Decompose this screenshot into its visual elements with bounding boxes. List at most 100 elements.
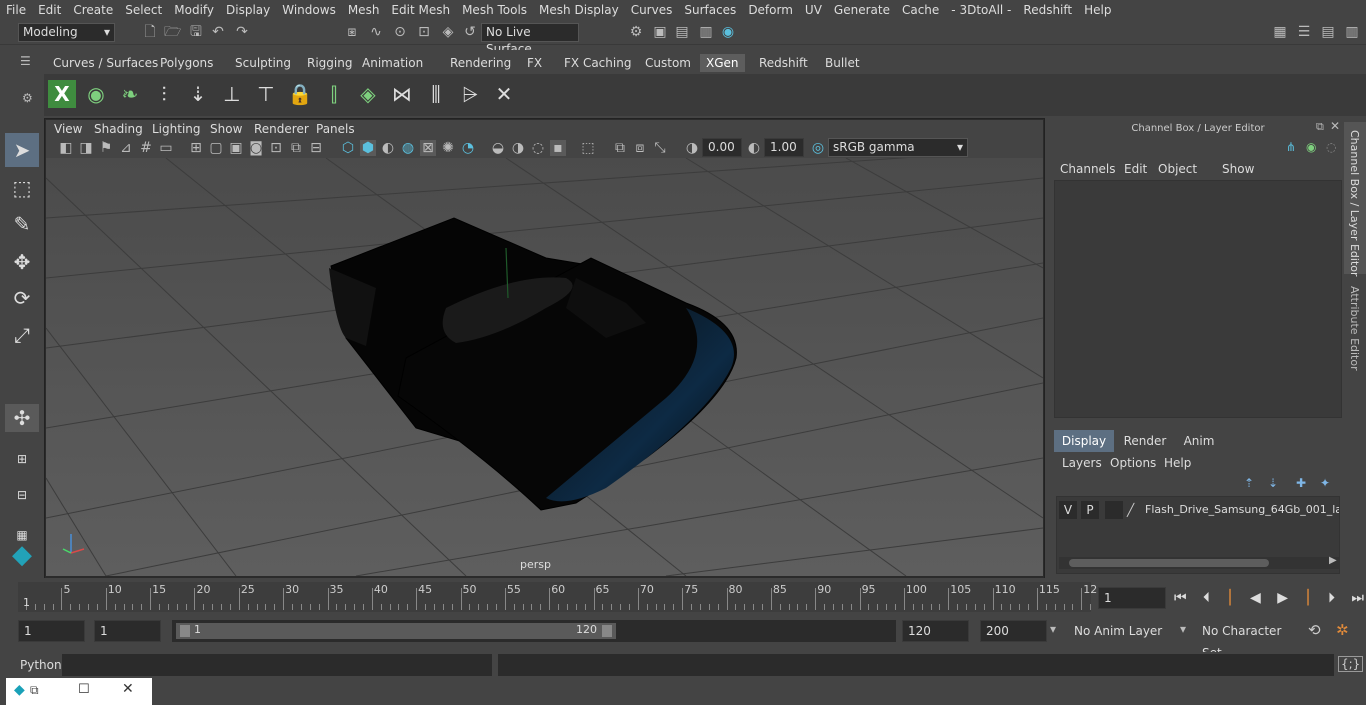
shadows-icon[interactable]: ◍ (400, 140, 416, 156)
menu-edit[interactable]: Edit (32, 3, 67, 17)
layer-display-type[interactable] (1105, 501, 1123, 519)
menu-file[interactable]: File (0, 3, 32, 17)
save-scene-icon[interactable]: 🖫 (188, 24, 204, 40)
layer-menu-options[interactable]: Options (1110, 456, 1156, 470)
workspace-icon[interactable]: ▦ (1272, 24, 1288, 40)
channel-toggle-icon[interactable]: ▥ (1344, 24, 1360, 40)
xgen-grass-icon[interactable]: ⫿ (320, 80, 348, 108)
layer-visibility-toggle[interactable]: V (1059, 501, 1077, 519)
menu-help[interactable]: Help (1078, 3, 1117, 17)
xray-active-icon[interactable]: ◌ (530, 140, 546, 156)
xgen-guide-sculpt-icon[interactable]: ⊤ (252, 80, 280, 108)
scene-view[interactable] (46, 158, 1043, 576)
single-layout-icon[interactable]: ⊞ (5, 442, 39, 476)
shelf-tab-rigging[interactable]: Rigging (301, 54, 358, 72)
channel-menu-show[interactable]: Show (1222, 162, 1254, 176)
shelf-tab-animation[interactable]: Animation (356, 54, 429, 72)
layer-color-icon[interactable]: ╱ (1127, 501, 1141, 519)
play-backward-icon[interactable]: ◀ (1250, 590, 1261, 606)
menu-generate[interactable]: Generate (828, 3, 896, 17)
range-handle-end[interactable] (602, 625, 612, 637)
step-forward-icon[interactable]: ⏵ (1328, 590, 1335, 606)
pan-zoom-icon[interactable]: ⤡ (652, 140, 668, 156)
move-layer-down-icon[interactable]: ⇣ (1268, 476, 1278, 490)
command-input[interactable] (62, 654, 492, 676)
menu-uv[interactable]: UV (799, 3, 828, 17)
step-forward-key-icon[interactable]: ⎮ (1304, 590, 1311, 606)
new-layer-icon[interactable]: ✚ (1296, 476, 1306, 490)
camera-select-icon[interactable]: ◧ (58, 140, 74, 156)
snap-curve-icon[interactable]: ∿ (368, 24, 384, 40)
xgen-preview-icon[interactable]: ◉ (82, 80, 110, 108)
show-manipulator-icon[interactable]: ✣ (5, 404, 39, 432)
step-back-key-icon[interactable]: ⎮ (1226, 590, 1233, 606)
menu-windows[interactable]: Windows (276, 3, 342, 17)
xgen-convert-icon[interactable]: ✕ (490, 80, 518, 108)
auto-key-icon[interactable]: ⟲ (1308, 621, 1321, 639)
layer-tab-anim[interactable]: Anim (1176, 430, 1222, 452)
motion-blur-icon[interactable]: ◔ (460, 140, 476, 156)
restore-icon[interactable]: ⧉ (30, 683, 39, 698)
textured-icon[interactable]: ⬢ (360, 140, 376, 156)
menu-curves[interactable]: Curves (625, 3, 679, 17)
hypershade-icon[interactable]: ◉ (720, 24, 736, 40)
menu-surfaces[interactable]: Surfaces (678, 3, 742, 17)
scroll-right-icon[interactable]: ▶ (1329, 555, 1337, 566)
shelf-tab-xgen[interactable]: XGen (700, 54, 745, 72)
image-plane-icon[interactable]: ⊿ (118, 140, 134, 156)
hud-icon[interactable]: ▪ (550, 140, 566, 156)
color-management-icon[interactable]: ◎ (810, 140, 826, 156)
shelf-tab-custom[interactable]: Custom (639, 54, 697, 72)
open-scene-icon[interactable]: 🗁 (164, 24, 181, 40)
menu-mesh[interactable]: Mesh (342, 3, 386, 17)
shelf-tab-sculpting[interactable]: Sculpting (229, 54, 297, 72)
frame-selected-icon[interactable]: ⧈ (632, 140, 648, 156)
smooth-shade-icon[interactable]: ▢ (208, 140, 224, 156)
camera-attributes-icon[interactable]: ◨ (78, 140, 94, 156)
maximize-icon[interactable]: ☐ (78, 682, 90, 697)
menu-select[interactable]: Select (119, 3, 168, 17)
float-icon[interactable]: ⧉ (1316, 120, 1324, 134)
lasso-tool-icon[interactable]: ⬚ (5, 171, 39, 205)
exposure-icon[interactable]: ◑ (684, 140, 700, 156)
menu-redshift[interactable]: Redshift (1017, 3, 1078, 17)
menu-cache[interactable]: Cache (896, 3, 945, 17)
xray-icon[interactable]: ⊠ (420, 140, 436, 156)
xgen-comb-icon[interactable]: ⋈ (388, 80, 416, 108)
viewport-menu-panels[interactable]: Panels (316, 122, 355, 136)
range-handle-start[interactable] (180, 625, 190, 637)
menu-3dtoall[interactable]: - 3DtoAll - (945, 3, 1017, 17)
film-gate-icon[interactable]: ▭ (158, 140, 174, 156)
end-field[interactable]: 120 (902, 620, 969, 642)
exposure-field[interactable]: 0.00 (702, 138, 742, 157)
move-layer-up-icon[interactable]: ⇡ (1244, 476, 1254, 490)
attribute-icon[interactable]: ◉ (1306, 140, 1316, 154)
color-space-dropdown[interactable]: sRGB gamma ▾ (828, 138, 968, 157)
select-tool-icon[interactable]: ➤ (5, 133, 39, 167)
gate-mask-icon[interactable]: ◙ (248, 140, 264, 156)
layer-name[interactable]: Flash_Drive_Samsung_64Gb_001_layer (1145, 501, 1339, 519)
viewport-menu-shading[interactable]: Shading (94, 122, 143, 136)
snap-view-icon[interactable]: ⊡ (416, 24, 432, 40)
undo-icon[interactable]: ↶ (210, 24, 226, 40)
four-layout-icon[interactable]: ⊟ (5, 478, 39, 512)
play-forward-icon[interactable]: ▶ (1277, 590, 1288, 606)
attribute-toggle-icon[interactable]: ▤ (1320, 24, 1336, 40)
resolution-gate-icon[interactable]: ▣ (228, 140, 244, 156)
chevron-down-icon[interactable]: ▾ (1050, 622, 1056, 636)
menu-mesh-tools[interactable]: Mesh Tools (456, 3, 533, 17)
chevron-down-icon[interactable]: ▾ (1180, 622, 1186, 636)
menu-edit-mesh[interactable]: Edit Mesh (385, 3, 456, 17)
script-editor-icon[interactable]: {;} (1338, 656, 1364, 672)
safe-action-icon[interactable]: ⧉ (288, 140, 304, 156)
grid-icon[interactable]: # (138, 140, 154, 156)
current-frame-field[interactable]: 1 (1098, 587, 1166, 609)
xgen-interactive-icon[interactable]: ⩥ (456, 80, 484, 108)
shelf-menu-icon[interactable]: ☰ (20, 54, 31, 68)
gear-icon[interactable]: ⚙ (22, 91, 33, 105)
shelf-tab-fx-caching[interactable]: FX Caching (558, 54, 637, 72)
anim-layer-field[interactable]: No Anim Layer (1068, 620, 1168, 642)
new-scene-icon[interactable]: 🗋 (142, 24, 158, 40)
range-track[interactable]: 1 120 (172, 620, 896, 642)
safe-title-icon[interactable]: ⊟ (308, 140, 324, 156)
